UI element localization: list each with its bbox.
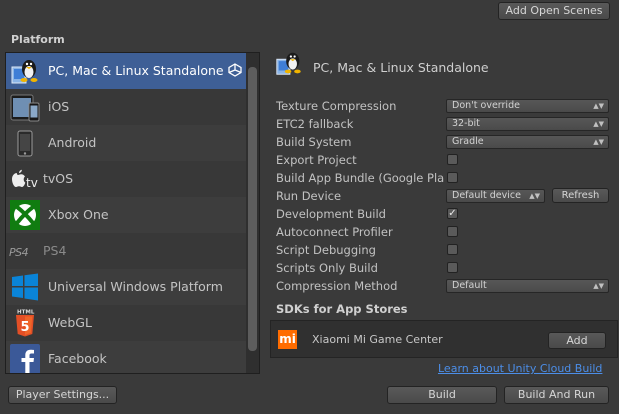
autoconnect-profiler-checkbox[interactable]: [447, 226, 458, 237]
cloud-build-link[interactable]: Learn about Unity Cloud Build: [438, 362, 602, 375]
pc-mac-linux-icon: [276, 52, 301, 75]
android-icon: [17, 130, 33, 157]
platform-label: PS4: [43, 243, 67, 258]
add-sdk-button[interactable]: Add: [548, 332, 606, 349]
platform-label: Facebook: [48, 351, 107, 366]
sdk-name: Xiaomi Mi Game Center: [312, 333, 443, 346]
platform-item-android[interactable]: Android: [6, 125, 246, 161]
xiaomi-logo-icon: mi: [278, 330, 297, 349]
dropdown-value: Default device: [452, 190, 521, 201]
development-build-checkbox[interactable]: ✓: [447, 208, 458, 219]
build-app-bundle-label: Build App Bundle (Google Pla: [276, 171, 445, 185]
player-settings-button[interactable]: Player Settings...: [8, 386, 117, 404]
platform-list-scrollbar[interactable]: [246, 53, 259, 373]
build-system-dropdown[interactable]: Gradle ▲▼: [446, 135, 609, 149]
platform-item-ps4[interactable]: PS4 PS4: [6, 233, 246, 269]
sdks-heading: SDKs for App Stores: [276, 302, 408, 316]
facebook-icon: [10, 344, 40, 373]
platform-heading: Platform: [11, 33, 65, 46]
platform-label: tvOS: [43, 171, 74, 186]
selected-platform-title: PC, Mac & Linux Standalone: [313, 60, 489, 75]
scripts-only-build-label: Scripts Only Build: [276, 261, 378, 275]
dropdown-arrows-icon: ▲▼: [593, 102, 604, 110]
dropdown-value: Don't override: [452, 100, 520, 111]
export-project-label: Export Project: [276, 153, 357, 167]
platform-label: Android: [48, 135, 97, 150]
platform-item-standalone[interactable]: PC, Mac & Linux Standalone: [6, 53, 246, 89]
add-open-scenes-button[interactable]: Add Open Scenes: [498, 2, 610, 20]
platform-list[interactable]: PC, Mac & Linux Standalone iOS Android t…: [5, 52, 260, 374]
dropdown-arrows-icon: ▲▼: [529, 192, 540, 200]
texture-compression-dropdown[interactable]: Don't override ▲▼: [446, 99, 609, 113]
compression-method-label: Compression Method: [276, 279, 398, 293]
unity-logo-icon: [228, 63, 242, 77]
svg-text:5: 5: [20, 320, 29, 335]
refresh-button[interactable]: Refresh: [552, 188, 609, 203]
dropdown-arrows-icon: ▲▼: [593, 138, 604, 146]
development-build-label: Development Build: [276, 207, 386, 221]
pc-mac-linux-icon: [11, 60, 38, 84]
etc2-fallback-dropdown[interactable]: 32-bit ▲▼: [446, 117, 609, 131]
dropdown-value: Default: [452, 280, 487, 291]
run-device-label: Run Device: [276, 189, 342, 203]
ios-device-icon: [10, 94, 40, 122]
platform-item-facebook[interactable]: Facebook: [6, 341, 246, 373]
platform-label: Xbox One: [48, 207, 109, 222]
platform-label: WebGL: [48, 315, 92, 330]
svg-text:tv: tv: [26, 176, 38, 190]
script-debugging-label: Script Debugging: [276, 243, 376, 257]
dropdown-value: Gradle: [452, 136, 484, 147]
build-and-run-button[interactable]: Build And Run: [504, 386, 609, 404]
platform-item-webgl[interactable]: HTML 5 WebGL: [6, 305, 246, 341]
dropdown-value: 32-bit: [452, 118, 480, 129]
xbox-icon: [10, 200, 40, 230]
svg-text:HTML: HTML: [17, 310, 35, 316]
platform-label: Universal Windows Platform: [48, 279, 223, 294]
platform-item-uwp[interactable]: Universal Windows Platform: [6, 269, 246, 305]
platform-item-tvos[interactable]: tv tvOS: [6, 161, 246, 197]
run-device-dropdown[interactable]: Default device ▲▼: [446, 189, 545, 203]
build-system-label: Build System: [276, 135, 352, 149]
script-debugging-checkbox[interactable]: [447, 244, 458, 255]
html5-icon: HTML 5: [16, 310, 35, 337]
etc2-fallback-label: ETC2 fallback: [276, 117, 354, 131]
autoconnect-profiler-label: Autoconnect Profiler: [276, 225, 393, 239]
texture-compression-label: Texture Compression: [276, 99, 397, 113]
scripts-only-build-checkbox[interactable]: [447, 262, 458, 273]
build-app-bundle-checkbox[interactable]: [447, 172, 458, 183]
ps4-icon: PS4: [9, 246, 29, 259]
sdk-item-xiaomi: mi Xiaomi Mi Game Center Add: [270, 320, 618, 358]
platform-label: iOS: [48, 99, 70, 114]
build-button[interactable]: Build: [387, 386, 497, 404]
dropdown-arrows-icon: ▲▼: [593, 282, 604, 290]
platform-item-ios[interactable]: iOS: [6, 89, 246, 125]
apple-tv-icon: tv: [12, 169, 38, 190]
windows-icon: [12, 273, 38, 301]
scrollbar-thumb[interactable]: [248, 67, 257, 351]
svg-text:PS4: PS4: [9, 246, 29, 259]
platform-item-xbox-one[interactable]: Xbox One: [6, 197, 246, 233]
dropdown-arrows-icon: ▲▼: [593, 120, 604, 128]
checkmark-icon: ✓: [448, 208, 457, 219]
export-project-checkbox[interactable]: [447, 154, 458, 165]
compression-method-dropdown[interactable]: Default ▲▼: [446, 279, 609, 293]
platform-label: PC, Mac & Linux Standalone: [48, 63, 224, 78]
